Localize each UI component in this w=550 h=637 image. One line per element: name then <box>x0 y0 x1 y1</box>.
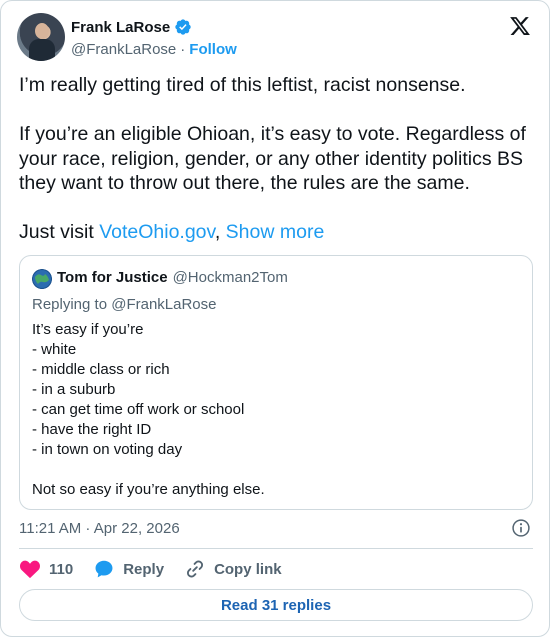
divider <box>19 548 533 549</box>
action-bar: 110 Reply Copy link <box>19 557 302 581</box>
verified-badge-icon <box>175 19 191 35</box>
quoted-author-name[interactable]: Tom for Justice <box>57 269 168 286</box>
replying-to-line: Replying to @FrankLaRose <box>32 296 217 313</box>
heart-icon <box>20 560 40 579</box>
quoted-tweet[interactable]: Tom for Justice @Hockman2Tom Replying to… <box>19 255 533 510</box>
quoted-line: - have the right ID <box>32 421 152 438</box>
tweet-paragraph: I’m really getting tired of this leftist… <box>19 74 466 96</box>
x-logo-icon[interactable] <box>509 15 531 37</box>
tweet-paragraph-last: Just visit VoteOhio.gov, Show more <box>19 220 534 245</box>
replying-to-prefix: Replying to <box>32 296 112 313</box>
quoted-avatar[interactable] <box>32 269 52 289</box>
quoted-line: - in town on voting day <box>32 441 183 458</box>
reply-label: Reply <box>123 560 165 578</box>
tweet-text: I’m really getting tired of this leftist… <box>19 73 534 269</box>
quoted-author-handle[interactable]: @Hockman2Tom <box>173 269 288 286</box>
quoted-line: Not so easy if you’re anything else. <box>32 481 265 498</box>
reply-bubble-icon <box>95 560 113 578</box>
quoted-line: - white <box>32 341 77 358</box>
info-icon[interactable] <box>511 518 531 538</box>
quoted-line: - can get time off work or school <box>32 401 245 418</box>
follow-button[interactable]: Follow <box>189 41 237 58</box>
replying-to-handle[interactable]: @FrankLaRose <box>111 296 216 313</box>
read-replies-button[interactable]: Read 31 replies <box>19 589 533 621</box>
quoted-line: - in a suburb <box>32 381 116 398</box>
tweet-text-suffix: , <box>214 221 226 243</box>
quoted-line: It’s easy if you’re <box>32 321 144 338</box>
author-handle[interactable]: @FrankLaRose <box>71 41 176 58</box>
link-icon <box>187 560 204 578</box>
quoted-text: It’s easy if you’re - white - middle cla… <box>32 320 512 500</box>
separator-dot: · <box>180 41 186 58</box>
copy-link-button[interactable]: Copy link <box>184 558 282 580</box>
voteohio-link[interactable]: VoteOhio.gov <box>99 221 215 243</box>
tweet-timestamp[interactable]: 11:21 AM · Apr 22, 2026 <box>19 520 180 537</box>
author-name[interactable]: Frank LaRose <box>71 19 170 36</box>
author-name-row: Frank LaRose <box>71 18 192 36</box>
quoted-name-row: Tom for Justice @Hockman2Tom <box>57 269 288 286</box>
like-button[interactable]: 110 <box>19 558 73 580</box>
tweet-text-prefix: Just visit <box>19 221 100 243</box>
like-count: 110 <box>49 560 74 578</box>
tweet-card: Frank LaRose @FrankLaRose · Follow I’m r… <box>0 0 550 637</box>
show-more-link[interactable]: Show more <box>226 221 325 243</box>
tweet-paragraph: If you’re an eligible Ohioan, it’s easy … <box>19 123 526 194</box>
copy-link-label: Copy link <box>214 560 282 578</box>
author-handle-row: @FrankLaRose · Follow <box>71 41 237 58</box>
quoted-line-blank <box>32 460 512 480</box>
author-avatar[interactable] <box>17 13 65 61</box>
quoted-line: - middle class or rich <box>32 361 170 378</box>
reply-button[interactable]: Reply <box>93 558 164 580</box>
